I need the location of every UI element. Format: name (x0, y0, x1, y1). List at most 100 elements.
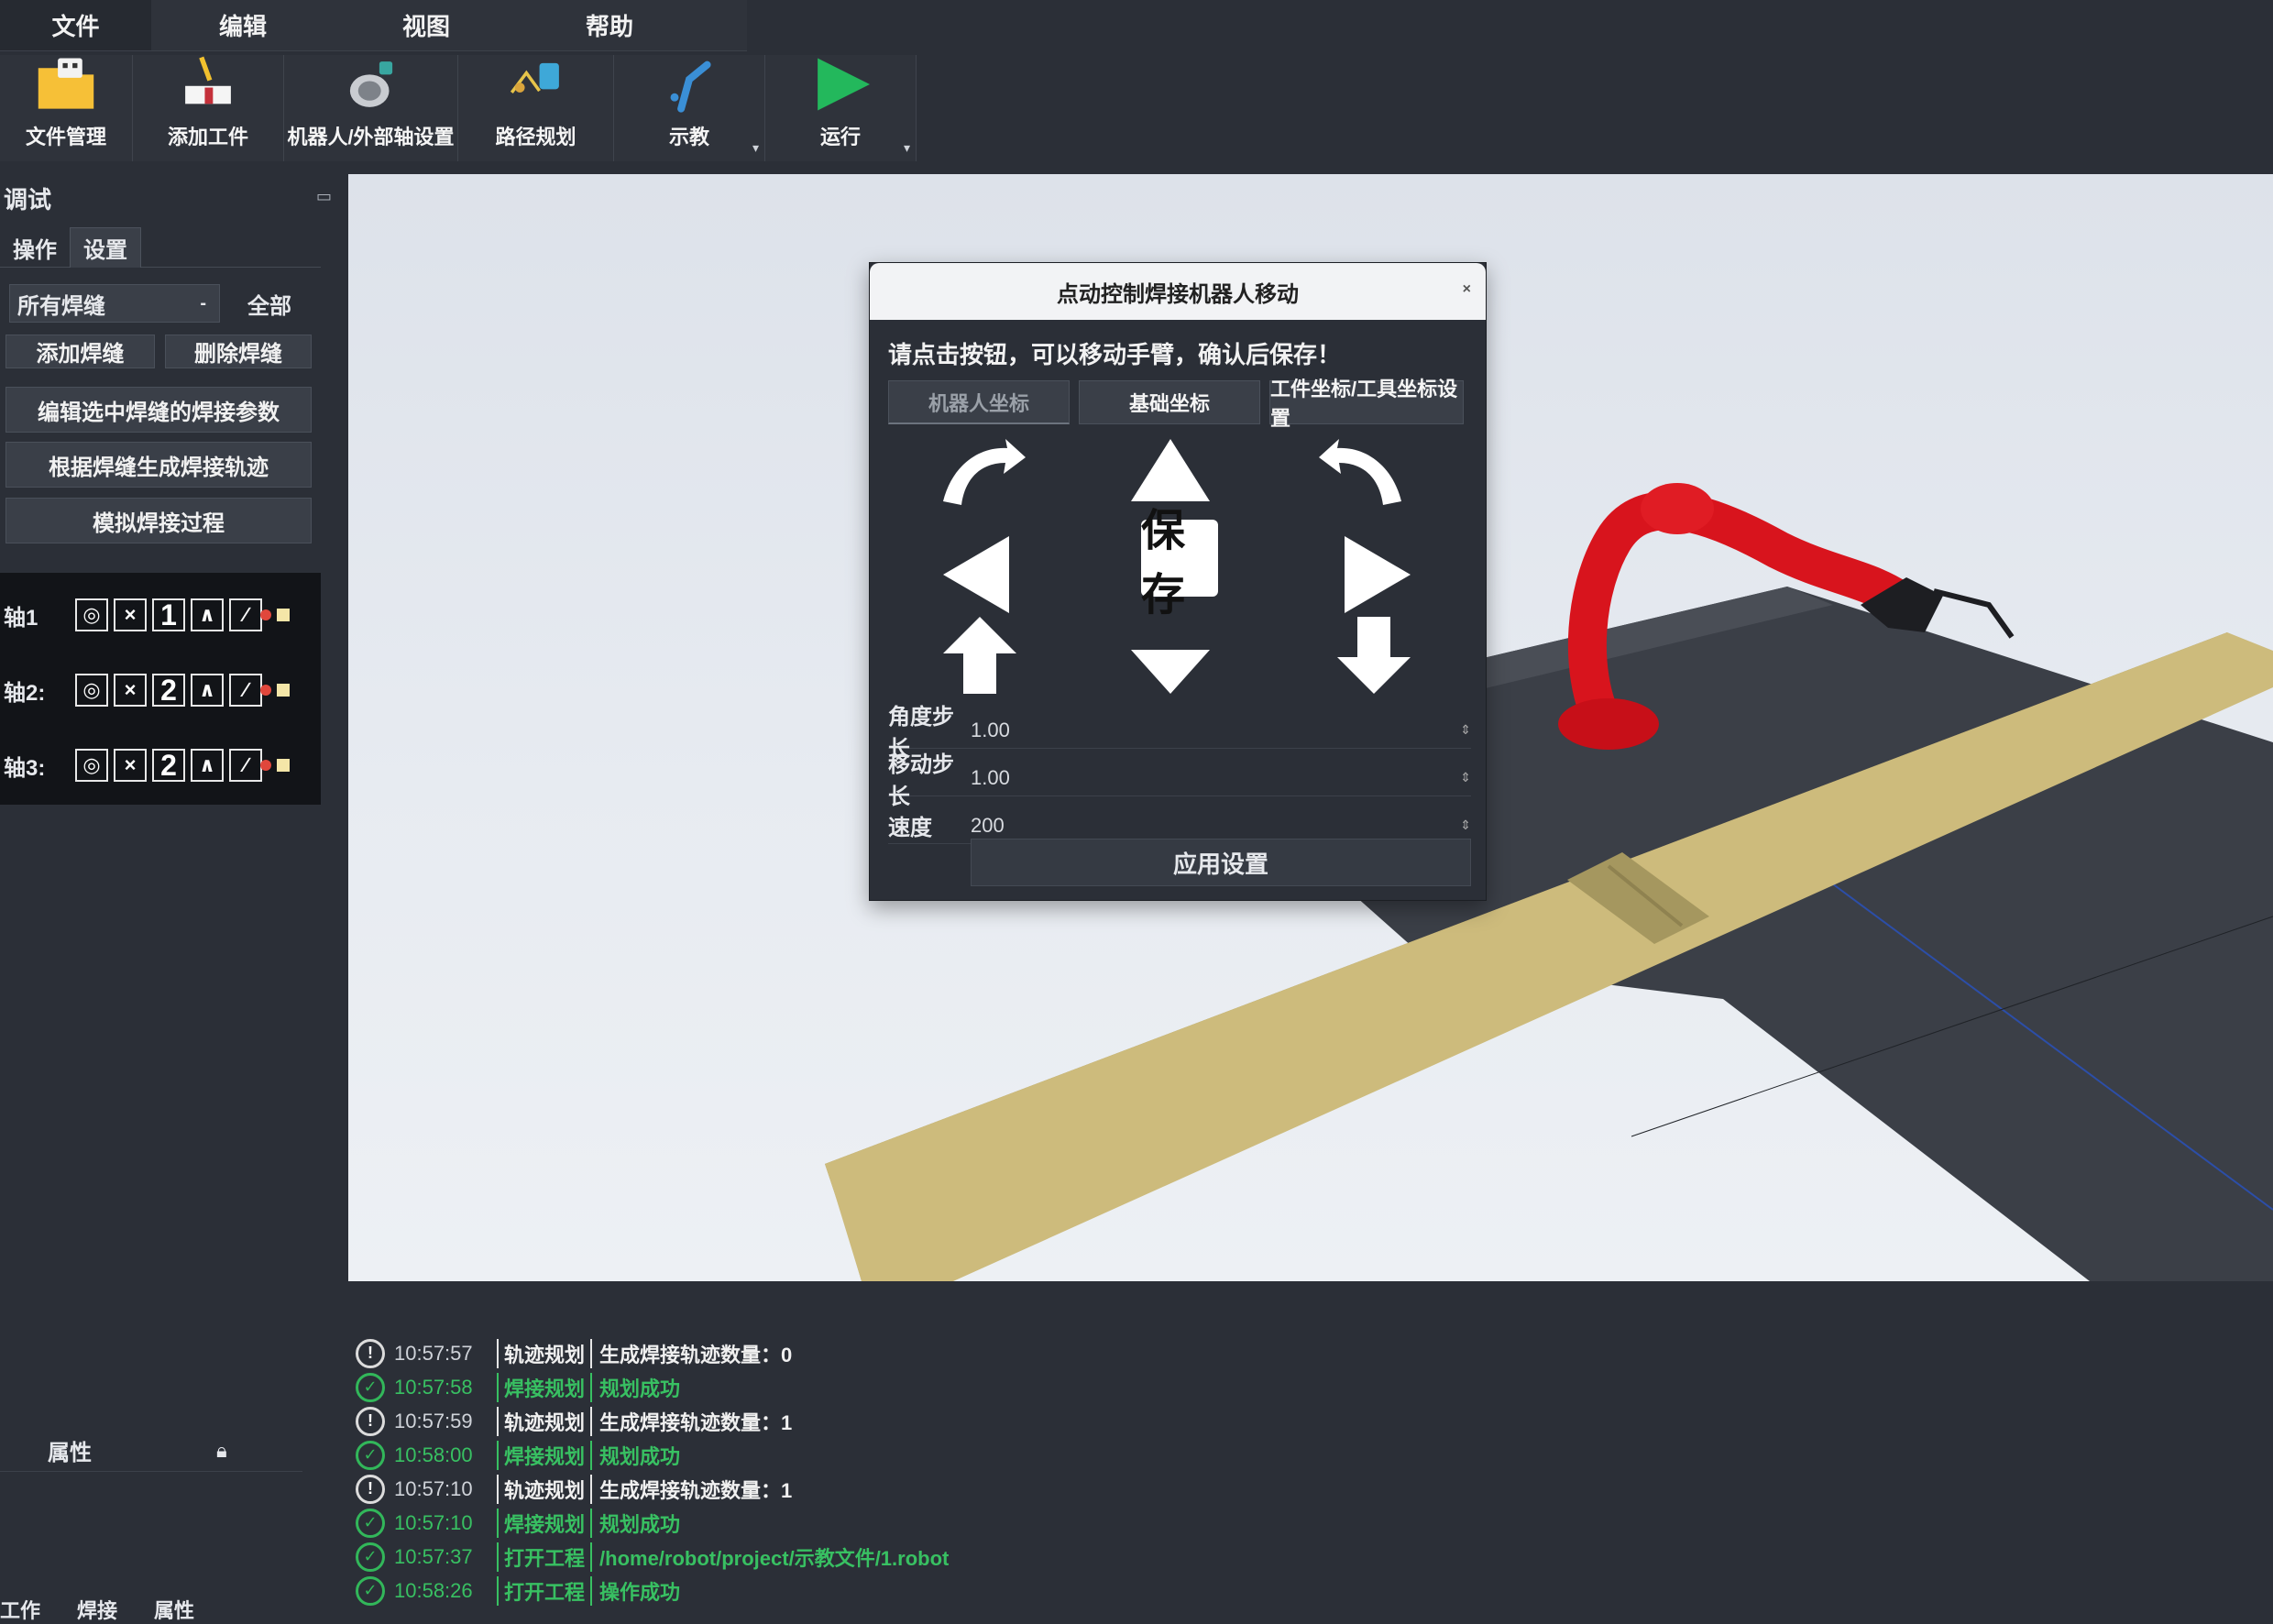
tab-operate[interactable]: 操作 (0, 227, 70, 268)
jog-axis-number: 2 (152, 749, 185, 782)
teach-button[interactable]: 示教 ▾ (614, 55, 765, 161)
log-category: 轨迹规划 (497, 1338, 593, 1368)
tab-props[interactable]: 属性 (154, 1595, 194, 1624)
close-icon[interactable]: × (114, 749, 147, 782)
log-category: 轨迹规划 (497, 1474, 593, 1504)
log-entry: ✓ 10:57:58 焊接规划 规划成功 (356, 1370, 1639, 1404)
delete-seam-button[interactable]: 删除焊缝 (165, 335, 312, 368)
menu-view[interactable]: 视图 (335, 0, 518, 50)
add-workpiece-button[interactable]: 添加工件 (133, 55, 284, 161)
log-message: 生成焊接轨迹数量：1 (599, 1410, 793, 1434)
seam-filter-value: 所有焊缝 (17, 293, 105, 319)
speed-input[interactable]: 200 (971, 814, 1458, 838)
log-category: 焊接规划 (497, 1372, 593, 1402)
menu-help[interactable]: 帮助 (518, 0, 701, 50)
run-button[interactable]: 运行 ▾ (765, 55, 917, 161)
tab-work[interactable]: 工作 (0, 1595, 40, 1624)
jog-row: 轴1 ◎ × 1 ∧ ∕ (0, 597, 290, 633)
path-planning-button[interactable]: 路径规划 (458, 55, 614, 161)
dropdown-icon[interactable]: ▾ (904, 140, 910, 156)
tab-workpiece-coord[interactable]: 工件坐标/工具坐标设置 (1269, 378, 1464, 430)
spinner-icon[interactable]: ⇕ (1458, 722, 1471, 738)
tool-label: 运行 (819, 126, 861, 148)
seam-filter-select[interactable]: 所有焊缝 - (9, 284, 220, 323)
move-step-row: 移动步长 1.00 ⇕ (888, 752, 1471, 809)
wave-icon[interactable]: ∧ (191, 674, 224, 707)
menu-file[interactable]: 文件 (0, 0, 151, 50)
panel-title-text: 调试 (4, 185, 52, 214)
tool-label: 路径规划 (495, 126, 576, 148)
bottom-tabs: 工作 焊接 属性 (0, 1595, 194, 1624)
arrow-left-icon[interactable] (943, 536, 1009, 613)
tab-robot-coord[interactable]: 机器人坐标 (888, 380, 1070, 424)
log-time: 10:57:58 (394, 1375, 473, 1399)
jog-axis-number: 1 (152, 598, 185, 631)
jog-row: 轴2: ◎ × 2 ∧ ∕ (0, 672, 290, 708)
log-entry: ✓ 10:58:26 打开工程 操作成功 (356, 1574, 1639, 1608)
edit-icon[interactable]: ∕ (229, 598, 262, 631)
status-dot (260, 685, 271, 696)
angle-step-input[interactable]: 1.00 (971, 719, 1458, 742)
edit-icon[interactable]: ∕ (229, 674, 262, 707)
robot-settings-button[interactable]: 机器人/外部轴设置 (284, 55, 458, 161)
tab-weld[interactable]: 焊接 (77, 1595, 117, 1624)
dialog-tip: 请点击按钮，可以移动手臂，确认后保存！ (888, 341, 1342, 368)
tab-settings[interactable]: 设置 (70, 227, 141, 268)
coord-tabs: 机器人坐标 基础坐标 工件坐标/工具坐标设置 (888, 378, 1464, 430)
spinner-icon[interactable]: ⇕ (1458, 817, 1471, 833)
generate-trajectory-button[interactable]: 根据焊缝生成焊接轨迹 (5, 442, 312, 488)
tab-base-coord[interactable]: 基础坐标 (1079, 380, 1260, 424)
target-icon[interactable]: ◎ (75, 749, 108, 782)
arrow-z-down-icon[interactable] (1337, 617, 1411, 694)
apply-button[interactable]: 应用设置 (971, 839, 1471, 886)
log-message: /home/robot/project/示教文件/1.robot (599, 1546, 950, 1570)
dialog-title-bar: 点动控制焊接机器人移动 × (870, 263, 1486, 320)
rotate-right-icon[interactable] (1319, 439, 1401, 505)
menu-edit[interactable]: 编辑 (151, 0, 335, 50)
edit-params-button[interactable]: 编辑选中焊缝的焊接参数 (5, 387, 312, 433)
add-seam-button[interactable]: 添加焊缝 (5, 335, 155, 368)
move-step-input[interactable]: 1.00 (971, 766, 1458, 790)
log-category: 焊接规划 (497, 1508, 593, 1538)
tool-label: 文件管理 (25, 126, 106, 148)
pin-icon[interactable]: ▭ (316, 187, 332, 206)
tool-label: 机器人/外部轴设置 (287, 126, 455, 148)
dropdown-icon[interactable]: ▾ (752, 140, 759, 156)
status-dot (260, 760, 271, 771)
folder-icon (38, 58, 94, 109)
check-icon: ✓ (356, 1372, 385, 1402)
log-category: 打开工程 (497, 1542, 593, 1572)
target-icon[interactable]: ◎ (75, 674, 108, 707)
toolbar: 文件管理 添加工件 机器人/外部轴设置 路径规划 示教 ▾ 运行 ▾ (0, 55, 917, 161)
save-position-button[interactable]: 保存 (1141, 507, 1218, 620)
wave-icon[interactable]: ∧ (191, 598, 224, 631)
spinner-icon[interactable]: ⇕ (1458, 770, 1471, 785)
log-time: 10:57:37 (394, 1544, 473, 1568)
close-icon[interactable]: × (114, 598, 147, 631)
arrow-right-icon[interactable] (1345, 536, 1411, 613)
file-manage-button[interactable]: 文件管理 (0, 55, 133, 161)
arrow-up-icon[interactable] (1131, 439, 1210, 501)
play-icon (818, 58, 870, 111)
log-message: 规划成功 (599, 1512, 681, 1536)
color-swatch (277, 684, 290, 697)
arrow-z-up-icon[interactable] (943, 617, 1016, 694)
info-icon: ! (356, 1406, 385, 1436)
arrow-down-icon[interactable] (1131, 650, 1210, 694)
simulate-button[interactable]: 模拟焊接过程 (5, 498, 312, 543)
menu-bar: 文件 编辑 视图 帮助 (0, 0, 747, 51)
jog-axis-number: 2 (152, 674, 185, 707)
wave-icon[interactable]: ∧ (191, 749, 224, 782)
edit-icon[interactable]: ∕ (229, 749, 262, 782)
close-icon[interactable]: × (114, 674, 147, 707)
log-category: 焊接规划 (497, 1440, 593, 1470)
jog-dialog: 点动控制焊接机器人移动 × 请点击按钮，可以移动手臂，确认后保存！ 机器人坐标 … (869, 262, 1487, 901)
log-entry: ! 10:57:57 轨迹规划 生成焊接轨迹数量：0 (356, 1336, 1639, 1370)
select-all-button[interactable]: 全部 (227, 284, 312, 323)
target-icon[interactable]: ◎ (75, 598, 108, 631)
status-dot (260, 609, 271, 620)
rotate-left-icon[interactable] (943, 439, 1026, 505)
lock-icon[interactable]: 🔒︎ (216, 1439, 227, 1463)
close-icon[interactable]: × (1463, 281, 1471, 298)
jog-row-label: 轴3: (4, 755, 46, 781)
